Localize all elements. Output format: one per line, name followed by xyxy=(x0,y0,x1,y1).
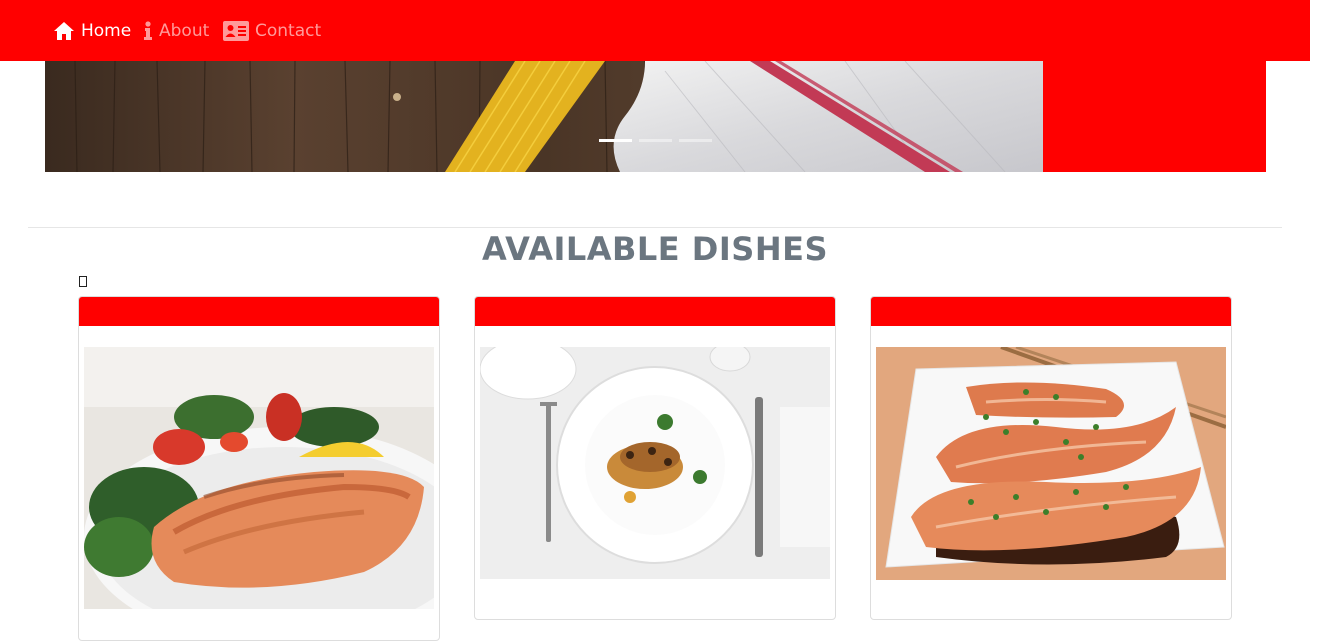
home-icon xyxy=(53,21,75,41)
info-icon xyxy=(143,21,153,41)
dish-card[interactable] xyxy=(474,296,836,620)
nav-item-about[interactable]: About xyxy=(143,18,209,44)
dish-card[interactable] xyxy=(870,296,1232,620)
nav-item-contact[interactable]: Contact xyxy=(223,18,321,44)
contact-card-icon xyxy=(223,21,249,41)
missing-glyph-icon xyxy=(79,276,87,287)
section-title: AVAILABLE DISHES xyxy=(482,230,828,268)
dish-card[interactable] xyxy=(78,296,440,641)
carousel-indicator-3[interactable] xyxy=(679,139,712,142)
carousel-indicator-1[interactable] xyxy=(599,139,632,142)
card-header xyxy=(475,297,835,326)
nav-item-home[interactable]: Home xyxy=(53,18,131,44)
dish-image-plated-fish xyxy=(480,347,830,579)
nav-item-label: About xyxy=(159,21,210,41)
section-divider xyxy=(28,227,1282,228)
carousel-indicators xyxy=(599,139,712,142)
carousel-indicator-2[interactable] xyxy=(639,139,672,142)
nav-item-label: Home xyxy=(81,21,132,41)
card-header xyxy=(79,297,439,326)
navbar: Home About Contact xyxy=(0,0,1310,61)
dish-image-salmon-steaks xyxy=(876,347,1226,580)
nav-item-label: Contact xyxy=(255,21,322,41)
card-header xyxy=(871,297,1231,326)
hero-image xyxy=(45,61,1043,172)
dish-image-grilled-salmon xyxy=(84,347,434,609)
hero-carousel[interactable] xyxy=(45,61,1266,172)
